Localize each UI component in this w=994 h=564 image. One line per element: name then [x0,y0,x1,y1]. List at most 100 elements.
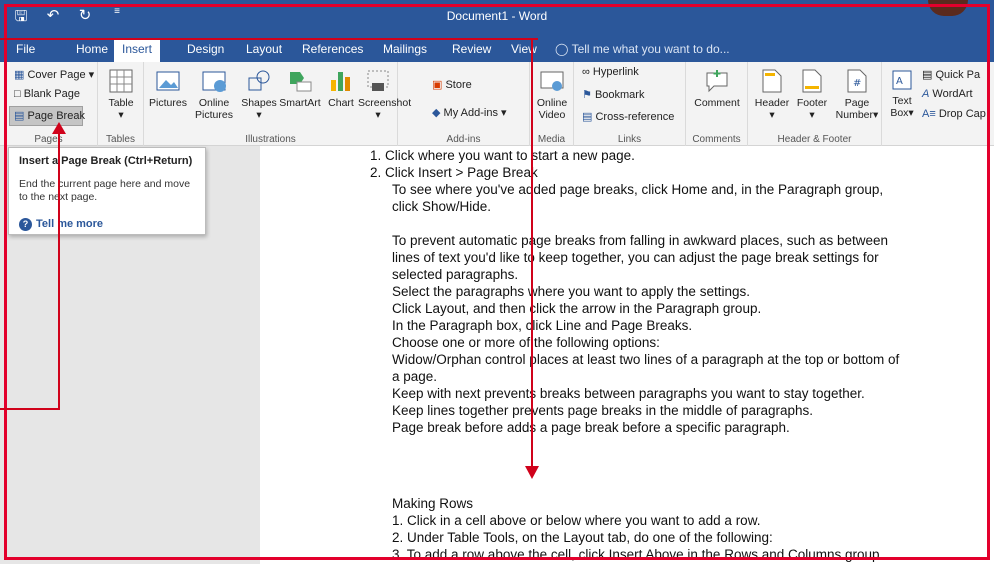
doc-line: Click Layout, and then click the arrow i… [392,301,762,316]
group-media: Online Video Media [530,62,574,146]
quick-parts-button[interactable]: ▤ Quick Pa [922,68,980,81]
tab-mailings[interactable]: Mailings [383,38,427,62]
quick-parts-icon: ▤ [922,69,933,81]
my-addins-icon: ◆ [432,107,441,119]
page-break-tooltip: Insert a Page Break (Ctrl+Return) End th… [8,147,206,235]
document-canvas[interactable]: 1. Click where you want to start a new p… [260,146,994,564]
group-links: ∞ Hyperlink ⚑ Bookmark ▤ Cross-reference… [574,62,686,146]
drop-cap-button[interactable]: A≡ Drop Cap [922,108,986,120]
page-number-button[interactable]: # Page Number▾ [834,68,880,121]
group-label-pages: Pages [34,134,63,145]
group-text: A Text Box▾ ▤ Quick Pa A WordArt A≡ Drop … [882,62,994,146]
doc-line: Keep lines together prevents page breaks… [392,403,814,418]
doc-line: Select the paragraphs where you want to … [392,284,750,299]
store-button[interactable]: ▣ Store [432,78,472,91]
doc-line: lines of text you'd like to keep togethe… [392,250,879,265]
doc-line: 2. Under Table Tools, on the Layout tab,… [392,530,773,545]
store-icon: ▣ [432,79,443,91]
drop-cap-icon: A≡ [922,108,936,120]
annotation-line [0,38,538,40]
text-box-icon: A [892,70,912,90]
group-label-comments: Comments [692,134,741,145]
online-video-button[interactable]: Online Video [534,68,570,121]
bookmark-icon: ⚑ [582,89,592,101]
arrow-up-icon [52,122,66,134]
smartart-button[interactable]: SmartArt [278,68,322,109]
tab-review[interactable]: Review [452,38,491,62]
cross-reference-icon: ▤ [582,111,593,123]
tab-insert[interactable]: Insert [114,38,161,62]
bookmark-button[interactable]: ⚑ Bookmark [582,88,644,101]
page-break-icon: ▤ [14,110,25,122]
doc-line: In the Paragraph box, click Line and Pag… [392,318,693,333]
online-pictures-button[interactable]: Online Pictures [192,68,236,121]
doc-line: Choose one or more of the following opti… [392,335,660,350]
group-illustrations: Pictures Online Pictures Shapes ▾ SmartArt… [144,62,411,146]
svg-text:A: A [896,76,903,87]
doc-line: Page break before adds a page break befo… [392,420,790,435]
tab-design[interactable]: Design [187,38,224,62]
online-video-icon [540,71,564,91]
doc-line: To see where you've added page breaks, c… [392,182,884,197]
blank-page-icon: □ [14,88,21,100]
page-break-button[interactable]: ▤ Page Break [14,109,85,122]
doc-line: To prevent automatic page breaks from fa… [392,233,889,248]
wordart-button[interactable]: A WordArt [922,88,973,100]
pictures-button[interactable]: Pictures [148,68,188,109]
text-box-button[interactable]: A Text Box▾ [888,68,916,119]
shapes-icon [248,70,270,91]
tell-me-text: Tell me what you want to do... [571,42,730,56]
group-label-header-footer: Header & Footer [777,134,852,145]
doc-line: Keep with next prevents breaks between p… [392,386,865,401]
smartart-icon [290,72,312,92]
doc-line: 2. Click Insert > Page Break [370,165,538,180]
screenshot-icon [367,70,389,91]
comment-button[interactable]: Comment [690,68,744,109]
tab-layout[interactable]: Layout [246,38,282,62]
header-icon [762,69,782,93]
tab-file[interactable]: File [16,38,35,62]
group-tables: Table ▾ Tables [98,62,144,146]
comment-icon [706,70,728,93]
hyperlink-icon: ∞ [582,66,590,78]
group-pages: ▦ Cover Page ▾ □ Blank Page Pages [0,62,98,146]
footer-icon [802,69,822,93]
lightbulb-icon: ◯ [555,42,569,56]
group-header-footer: Header ▾ Footer ▾ # Page Number▾ Header & F… [748,62,882,146]
svg-text:#: # [853,78,861,89]
title-bar: 🖫 ↶ ↻ ≡ Document1 - Word [0,0,994,32]
cross-reference-button[interactable]: ▤ Cross-reference [582,110,674,123]
header-button[interactable]: Header ▾ [752,68,792,121]
doc-line: 1. Click in a cell above or below where … [392,513,761,528]
window-title: Document1 - Word [446,9,548,23]
blank-page-button[interactable]: □ Blank Page [14,88,80,100]
arrow-down-icon [525,466,539,479]
hyperlink-button[interactable]: ∞ Hyperlink [582,66,639,78]
my-addins-button[interactable]: ◆ My Add-ins ▾ [432,106,507,119]
tab-home[interactable]: Home [76,38,108,62]
tell-me-box[interactable]: ◯ Tell me what you want to do... [555,42,730,56]
doc-line: 1. Click where you want to start a new p… [370,148,635,163]
table-button[interactable]: Table ▾ [104,68,138,121]
cover-page-button[interactable]: ▦ Cover Page ▾ [14,68,94,81]
doc-line: a page. [392,369,438,384]
footer-button[interactable]: Footer ▾ [792,68,832,121]
chart-button[interactable]: Chart [324,68,358,109]
group-label-links: Links [617,134,642,145]
cover-page-icon: ▦ [14,69,25,81]
annotation-line [0,408,60,410]
tooltip-body: End the current page here and move to th… [19,178,191,203]
ribbon-tabs: File Home Insert Design Layout Reference… [0,32,994,62]
tab-references[interactable]: References [302,38,363,62]
doc-line: Widow/Orphan control places at least two… [392,352,900,367]
group-comments: Comment Comments [686,62,748,146]
help-icon: ? [19,218,32,231]
tooltip-title: Insert a Page Break (Ctrl+Return) [19,155,193,167]
table-icon [109,69,133,93]
doc-line: click Show/Hide. [392,199,492,214]
screenshot-button[interactable]: Screenshot ▾ [358,68,411,121]
shapes-button[interactable]: Shapes ▾ [240,68,278,121]
group-label-media: Media [537,134,566,145]
tell-me-more-link[interactable]: ? Tell me more [19,218,103,231]
page-number-icon: # [847,69,867,93]
